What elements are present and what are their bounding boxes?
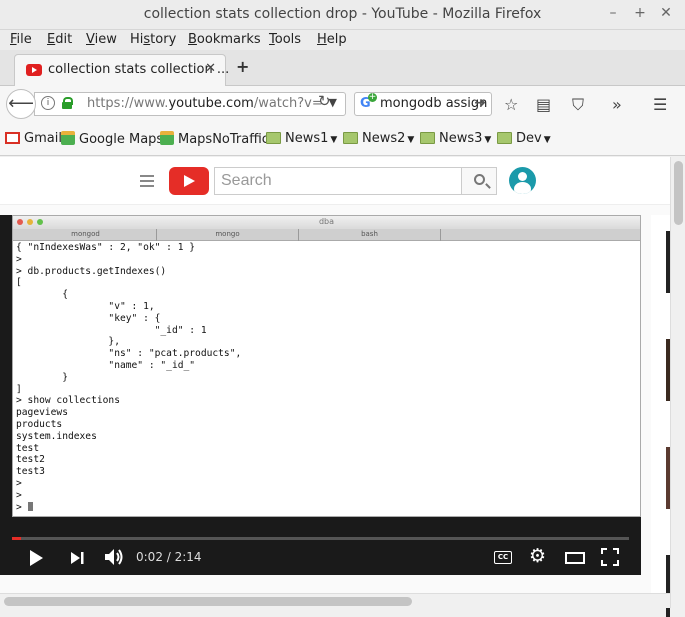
terminal-tab: mongod bbox=[15, 229, 157, 241]
time-display: 0:02 / 2:14 bbox=[136, 550, 202, 564]
youtube-logo-icon[interactable] bbox=[169, 167, 209, 195]
next-icon[interactable] bbox=[70, 551, 84, 569]
guide-menu-icon[interactable] bbox=[140, 175, 154, 187]
theater-mode-icon[interactable] bbox=[565, 552, 585, 564]
bookmark-star-icon[interactable]: ☆ bbox=[504, 95, 518, 114]
youtube-header bbox=[0, 157, 670, 205]
captions-icon[interactable]: CC bbox=[494, 551, 512, 564]
menu-history[interactable]: History bbox=[130, 32, 176, 47]
tab-strip: collection stats collection ... ✕ + bbox=[0, 50, 685, 86]
pocket-icon[interactable]: ⛉ bbox=[572, 95, 584, 115]
chevron-down-icon: ▼ bbox=[330, 135, 338, 145]
menu-file[interactable]: File bbox=[10, 32, 32, 47]
back-button[interactable]: ⟵ bbox=[6, 89, 36, 119]
terminal-tab: mongo bbox=[157, 229, 299, 241]
scrollbar-thumb[interactable] bbox=[674, 161, 683, 225]
menu-tools[interactable]: Tools bbox=[269, 32, 301, 47]
video-player[interactable]: dba mongod mongo bash { "nIndexesWas" : … bbox=[0, 215, 641, 575]
scrollbar-thumb[interactable] bbox=[4, 597, 412, 606]
gmail-icon bbox=[5, 132, 20, 144]
lock-icon bbox=[62, 97, 73, 109]
terminal-tabs: mongod mongo bash bbox=[13, 229, 640, 241]
reading-list-icon[interactable]: ▤ bbox=[536, 95, 551, 114]
window-title: collection stats collection drop - YouTu… bbox=[143, 6, 542, 22]
folder-icon bbox=[343, 132, 358, 144]
menu-help[interactable]: Help bbox=[317, 32, 347, 47]
reload-icon[interactable]: ↻ bbox=[318, 92, 331, 110]
hamburger-menu-icon[interactable]: ☰ bbox=[653, 95, 667, 114]
youtube-favicon-icon bbox=[26, 64, 42, 76]
bookmarks-toolbar: Gmail Google Maps MapsNoTraffic News1 ▼ N… bbox=[0, 122, 685, 156]
tab-youtube[interactable]: collection stats collection ... ✕ bbox=[14, 54, 230, 86]
chevron-down-icon: ▼ bbox=[484, 135, 492, 145]
page-content: dba mongod mongo bash { "nIndexesWas" : … bbox=[0, 157, 685, 617]
search-bar[interactable]: G + mongodb assign ➔ bbox=[354, 92, 492, 116]
play-icon[interactable] bbox=[30, 550, 43, 566]
menu-edit[interactable]: Edit bbox=[47, 32, 72, 47]
terminal-title: dba bbox=[318, 217, 335, 226]
folder-icon bbox=[266, 132, 281, 144]
search-go-icon[interactable]: ➔ bbox=[474, 95, 486, 111]
volume-icon[interactable] bbox=[104, 548, 124, 570]
bookmark-google-maps[interactable]: Google Maps bbox=[61, 131, 163, 147]
search-icon bbox=[474, 174, 485, 185]
youtube-search-input[interactable] bbox=[215, 168, 461, 194]
overflow-icon[interactable]: » bbox=[612, 95, 622, 114]
bookmark-folder-news3[interactable]: News3 ▼ bbox=[420, 131, 491, 146]
minimize-button[interactable]: – bbox=[605, 5, 621, 21]
video-frame-terminal: dba mongod mongo bash { "nIndexesWas" : … bbox=[12, 215, 641, 517]
youtube-search-button[interactable] bbox=[461, 167, 497, 195]
bookmark-folder-news1[interactable]: News1 ▼ bbox=[266, 131, 337, 146]
maps-icon bbox=[160, 131, 174, 145]
vertical-scrollbar[interactable] bbox=[670, 157, 685, 608]
fullscreen-icon[interactable] bbox=[601, 548, 619, 570]
avatar[interactable] bbox=[509, 167, 536, 194]
menu-bookmarks[interactable]: Bookmarks bbox=[188, 32, 261, 47]
folder-icon bbox=[420, 132, 435, 144]
terminal-output: { "nIndexesWas" : 2, "ok" : 1 } > > db.p… bbox=[16, 242, 242, 513]
url-text[interactable]: https://www.youtube.com/watch?v=E bbox=[87, 96, 323, 111]
tab-label: collection stats collection ... bbox=[48, 62, 230, 77]
add-search-engine-icon: + bbox=[368, 92, 377, 102]
new-tab-button[interactable]: + bbox=[236, 57, 249, 76]
progress-bar[interactable] bbox=[12, 537, 629, 540]
terminal-titlebar: dba bbox=[13, 216, 640, 229]
maximize-button[interactable]: + bbox=[632, 5, 648, 21]
terminal-tab: bash bbox=[299, 229, 441, 241]
bookmark-folder-news2[interactable]: News2 ▼ bbox=[343, 131, 414, 146]
settings-gear-icon[interactable]: ⚙ bbox=[529, 545, 546, 567]
youtube-search-field[interactable] bbox=[214, 167, 462, 195]
close-window-button[interactable]: ✕ bbox=[658, 5, 674, 21]
menu-view[interactable]: View bbox=[86, 32, 117, 47]
progress-fill bbox=[12, 537, 22, 540]
bookmark-folder-dev[interactable]: Dev ▼ bbox=[497, 131, 551, 146]
bookmark-mapsnotraffic[interactable]: MapsNoTraffic bbox=[160, 131, 269, 147]
search-query[interactable]: mongodb assign bbox=[380, 96, 487, 111]
url-bar[interactable]: i https://www.youtube.com/watch?v=E ▼ bbox=[34, 92, 346, 116]
window-titlebar: collection stats collection drop - YouTu… bbox=[0, 0, 685, 30]
horizontal-scrollbar[interactable] bbox=[0, 593, 670, 608]
chevron-down-icon: ▼ bbox=[407, 135, 415, 145]
tab-close-icon[interactable]: ✕ bbox=[205, 61, 216, 76]
menu-bar: File Edit View History Bookmarks Tools H… bbox=[0, 30, 685, 50]
related-videos-strip bbox=[651, 215, 670, 617]
terminal-cursor bbox=[27, 501, 33, 511]
bookmark-gmail[interactable]: Gmail bbox=[5, 131, 62, 146]
folder-icon bbox=[497, 132, 512, 144]
site-info-icon[interactable]: i bbox=[41, 96, 55, 110]
maps-icon bbox=[61, 131, 75, 145]
chevron-down-icon: ▼ bbox=[543, 135, 551, 145]
